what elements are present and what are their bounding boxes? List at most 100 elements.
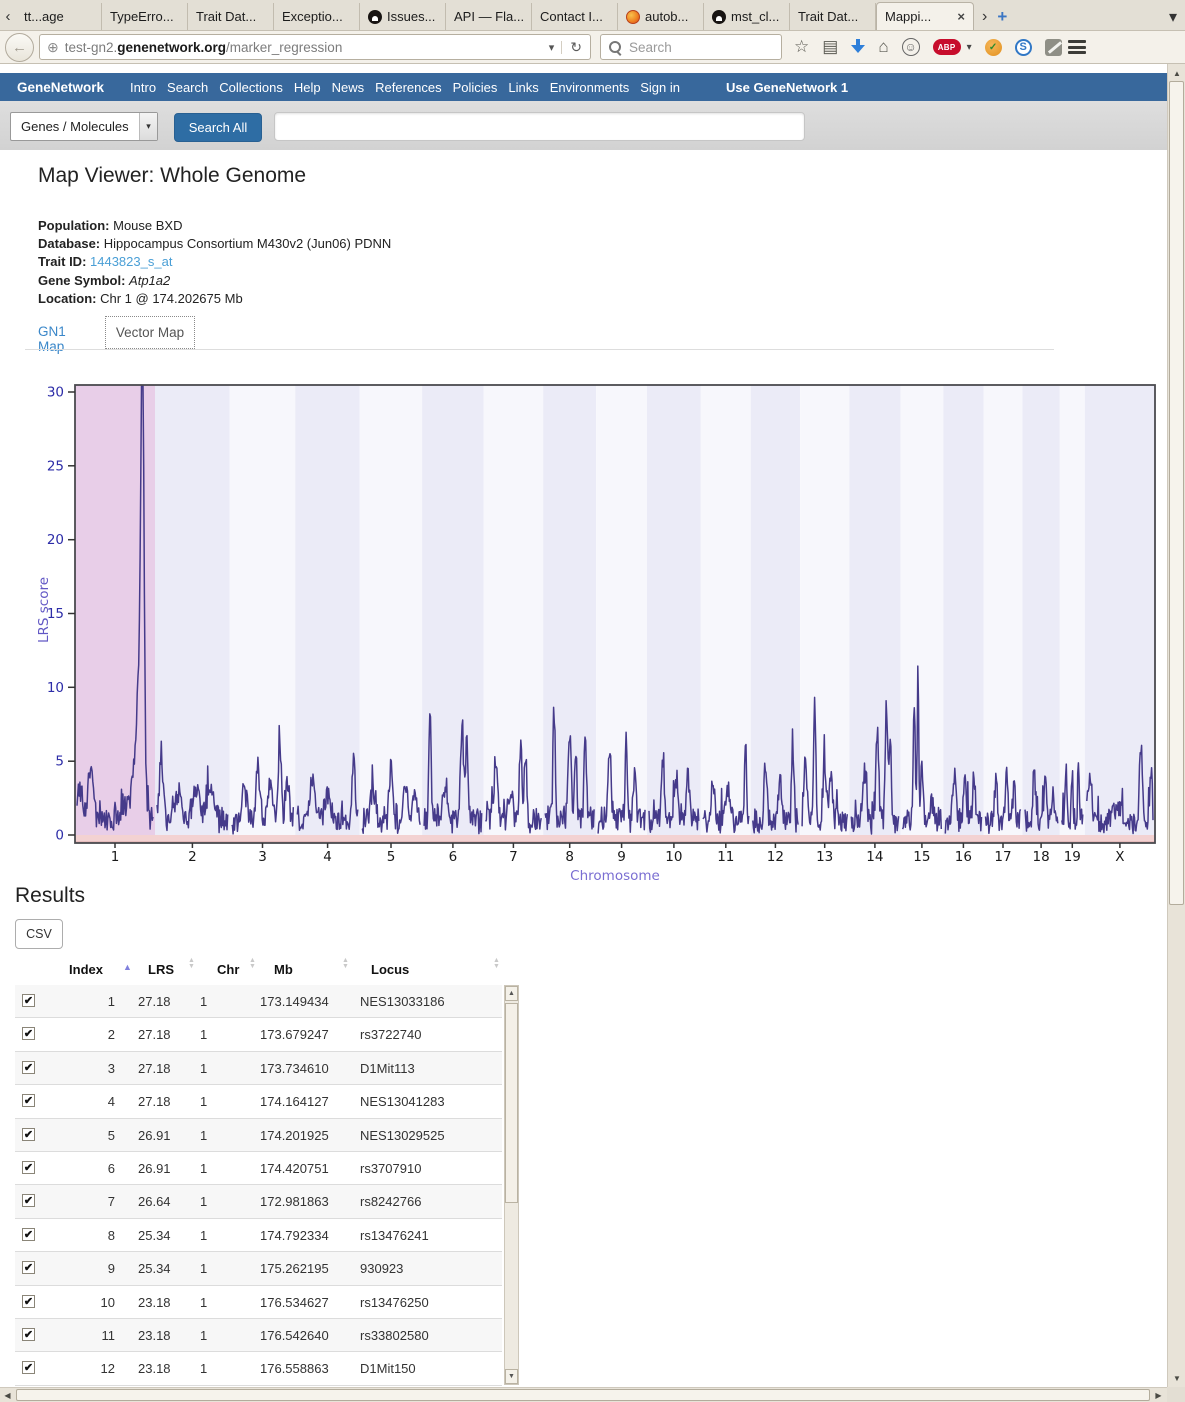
svg-text:16: 16 xyxy=(955,849,972,865)
reload-icon[interactable]: ↻ xyxy=(562,39,590,56)
nav-item-collections[interactable]: Collections xyxy=(219,80,283,95)
table-scrollbar-thumb[interactable] xyxy=(505,1003,518,1203)
nav-item-intro[interactable]: Intro xyxy=(130,80,156,95)
table-row[interactable]: ✔227.181173.679247rs3722740 xyxy=(15,1018,502,1051)
nav-item-references[interactable]: References xyxy=(375,80,441,95)
tab-vector-map[interactable]: Vector Map xyxy=(105,316,195,349)
nav-item-news[interactable]: News xyxy=(332,80,365,95)
search-category-select[interactable]: Genes / Molecules ▾ xyxy=(10,112,158,141)
browser-tab-9[interactable]: mst_cl... xyxy=(704,3,790,30)
bookmarks-sidebar-icon[interactable]: ▤ xyxy=(822,37,838,57)
browser-tab-8[interactable]: autob... xyxy=(618,3,704,30)
feedback-smiley-icon[interactable]: ☺ xyxy=(902,38,920,56)
row-checkbox[interactable]: ✔ xyxy=(22,994,35,1007)
row-checkbox[interactable]: ✔ xyxy=(22,1361,35,1374)
scroll-left-icon[interactable]: ◀ xyxy=(0,1388,15,1402)
browser-tab-5[interactable]: Issues... xyxy=(360,3,446,30)
browser-tab-7[interactable]: Contact I... xyxy=(532,3,618,30)
row-checkbox[interactable]: ✔ xyxy=(22,1194,35,1207)
csv-export-button[interactable]: CSV xyxy=(15,919,63,949)
table-row[interactable]: ✔626.911174.420751rs3707910 xyxy=(15,1152,502,1185)
table-scroll-up-icon[interactable]: ▲ xyxy=(505,986,518,1001)
url-dropdown-icon[interactable]: ▾ xyxy=(542,41,563,54)
browser-tab-11[interactable]: Mappi...× xyxy=(876,2,974,30)
sort-both-icon[interactable]: ▲▼ xyxy=(249,958,256,970)
sort-asc-icon[interactable]: ▲ xyxy=(123,962,132,972)
browser-search-box[interactable]: Search xyxy=(600,34,782,60)
site-search-input[interactable] xyxy=(274,112,805,141)
tab-scroll-right-icon[interactable]: › xyxy=(982,8,987,26)
browser-tab-4[interactable]: Exceptio... xyxy=(274,3,360,30)
browser-tab-3[interactable]: Trait Dat... xyxy=(188,3,274,30)
bookmark-star-icon[interactable]: ☆ xyxy=(794,37,809,57)
site-identity-icon[interactable]: ⊕ xyxy=(47,39,59,56)
browser-tab-2[interactable]: TypeErro... xyxy=(102,3,188,30)
table-row[interactable]: ✔127.181173.149434NES13033186 xyxy=(15,985,502,1018)
nav-item-help[interactable]: Help xyxy=(294,80,321,95)
url-bar[interactable]: ⊕ test-gn2.genenetwork.org/marker_regres… xyxy=(39,34,591,60)
url-text[interactable]: test-gn2.genenetwork.org/marker_regressi… xyxy=(65,40,542,55)
sort-both-icon[interactable]: ▲▼ xyxy=(342,958,349,970)
table-row[interactable]: ✔726.641172.981863rs8242766 xyxy=(15,1185,502,1218)
table-row[interactable]: ✔427.181174.164127NES13041283 xyxy=(15,1085,502,1118)
scroll-up-icon[interactable]: ▲ xyxy=(1169,65,1185,81)
table-row[interactable]: ✔327.181173.734610D1Mit113 xyxy=(15,1052,502,1085)
row-checkbox[interactable]: ✔ xyxy=(22,1128,35,1141)
table-row[interactable]: ✔1123.181176.542640rs33802580 xyxy=(15,1319,502,1352)
downloads-icon[interactable] xyxy=(851,39,865,55)
list-all-tabs-icon[interactable]: ▾ xyxy=(1161,3,1185,30)
use-genenetwork1-link[interactable]: Use GeneNetwork 1 xyxy=(726,80,848,95)
column-header-locus[interactable]: Locus xyxy=(371,962,409,977)
table-row[interactable]: ✔526.911174.201925NES13029525 xyxy=(15,1119,502,1152)
nav-item-sign-in[interactable]: Sign in xyxy=(640,80,680,95)
tab-scroll-left-icon[interactable]: ‹ xyxy=(0,3,16,30)
horizontal-scrollbar-thumb[interactable] xyxy=(16,1389,1150,1401)
horizontal-scrollbar[interactable]: ◀ ▶ xyxy=(0,1387,1167,1402)
table-row[interactable]: ✔825.341174.792334rs13476241 xyxy=(15,1219,502,1252)
nav-item-environments[interactable]: Environments xyxy=(550,80,629,95)
new-tab-button[interactable]: + xyxy=(997,7,1007,27)
extension-orange-icon[interactable]: ✓ xyxy=(985,39,1002,56)
row-checkbox[interactable]: ✔ xyxy=(22,1094,35,1107)
row-checkbox[interactable]: ✔ xyxy=(22,1027,35,1040)
table-row[interactable]: ✔925.341175.262195930923 xyxy=(15,1252,502,1285)
row-checkbox[interactable]: ✔ xyxy=(22,1228,35,1241)
vertical-scrollbar[interactable]: ▲ ▼ xyxy=(1167,64,1185,1387)
trait-id-link[interactable]: 1443823_s_at xyxy=(90,254,172,269)
scroll-right-icon[interactable]: ▶ xyxy=(1151,1388,1166,1402)
column-header-index[interactable]: Index xyxy=(43,962,103,977)
extension-s-icon[interactable]: S xyxy=(1015,39,1032,56)
nav-item-links[interactable]: Links xyxy=(508,80,538,95)
row-checkbox[interactable]: ✔ xyxy=(22,1161,35,1174)
home-icon[interactable]: ⌂ xyxy=(878,37,888,57)
browser-tab-6[interactable]: API — Fla... xyxy=(446,3,532,30)
column-header-lrs[interactable]: LRS xyxy=(148,962,174,977)
nav-item-search[interactable]: Search xyxy=(167,80,208,95)
adblock-caret-icon[interactable]: ▾ xyxy=(967,42,972,53)
extension-editor-icon[interactable] xyxy=(1045,39,1062,56)
svg-text:7: 7 xyxy=(509,849,518,865)
site-brand[interactable]: GeneNetwork xyxy=(17,80,104,95)
close-tab-icon[interactable]: × xyxy=(957,9,965,24)
browser-tab-10[interactable]: Trait Dat... xyxy=(790,3,876,30)
column-header-mb[interactable]: Mb xyxy=(274,962,293,977)
scroll-down-icon[interactable]: ▼ xyxy=(1169,1370,1185,1386)
table-row[interactable]: ✔1023.181176.534627rs13476250 xyxy=(15,1286,502,1319)
sort-both-icon[interactable]: ▲▼ xyxy=(493,958,500,970)
back-button[interactable]: ← xyxy=(5,33,34,62)
row-checkbox[interactable]: ✔ xyxy=(22,1328,35,1341)
nav-item-policies[interactable]: Policies xyxy=(453,80,498,95)
vertical-scrollbar-thumb[interactable] xyxy=(1169,81,1184,905)
menu-hamburger-icon[interactable] xyxy=(1068,40,1086,54)
sort-both-icon[interactable]: ▲▼ xyxy=(188,958,195,970)
adblock-icon[interactable]: ABP xyxy=(933,39,961,55)
table-scroll-down-icon[interactable]: ▼ xyxy=(505,1369,518,1384)
row-checkbox[interactable]: ✔ xyxy=(22,1295,35,1308)
table-scrollbar[interactable]: ▲ ▼ xyxy=(504,985,519,1385)
row-checkbox[interactable]: ✔ xyxy=(22,1061,35,1074)
row-checkbox[interactable]: ✔ xyxy=(22,1261,35,1274)
column-header-chr[interactable]: Chr xyxy=(217,962,239,977)
search-all-button[interactable]: Search All xyxy=(174,113,262,142)
browser-tab-1[interactable]: tt...age xyxy=(16,3,102,30)
table-row[interactable]: ✔1223.181176.558863D1Mit150 xyxy=(15,1352,502,1385)
